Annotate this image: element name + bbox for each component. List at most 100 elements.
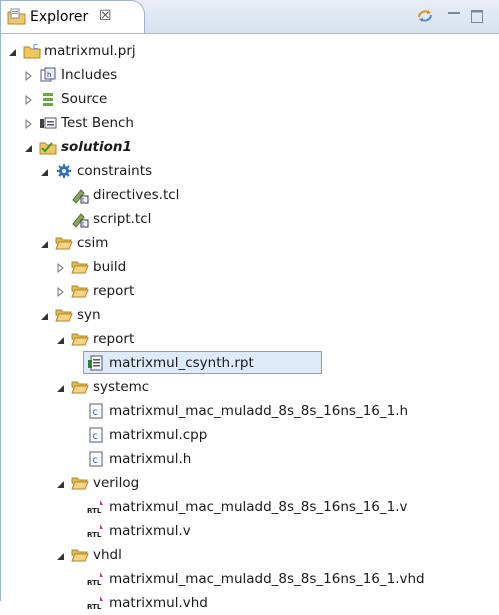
- tree-item-v-mac[interactable]: RTL matrixmul_mac_muladd_8s_8s_16ns_16_1…: [1, 496, 499, 519]
- expanded-twisty-icon[interactable]: [55, 383, 65, 393]
- tree-label: matrixmul.prj: [44, 43, 136, 59]
- svg-text:h: h: [47, 71, 51, 79]
- open-folder-icon: [71, 549, 89, 562]
- expanded-twisty-icon[interactable]: [39, 167, 49, 177]
- tree-item-vhd-mac[interactable]: RTL matrixmul_mac_muladd_8s_8s_16ns_16_1…: [1, 568, 499, 591]
- tree-item-v[interactable]: RTL matrixmul.v: [1, 520, 499, 543]
- svg-text:RTL: RTL: [87, 603, 102, 611]
- tree-label: matrixmul_mac_muladd_8s_8s_16ns_16_1.v: [109, 499, 408, 515]
- svg-text:RTL: RTL: [87, 531, 102, 539]
- tree-label: matrixmul.vhd: [109, 595, 208, 611]
- open-folder-icon: [71, 381, 89, 394]
- tree-label: verilog: [93, 475, 140, 491]
- tree-label: Test Bench: [61, 115, 134, 131]
- c-file-icon: c: [89, 427, 103, 443]
- open-folder-icon: [55, 237, 73, 250]
- expanded-twisty-icon[interactable]: [39, 239, 49, 249]
- tree-label: matrixmul.v: [109, 523, 191, 539]
- expanded-twisty-icon[interactable]: [23, 143, 33, 153]
- report-file-icon: [88, 355, 103, 371]
- tree-label: systemc: [93, 379, 150, 395]
- c-file-icon: c: [89, 451, 103, 467]
- collapsed-twisty-icon[interactable]: [23, 71, 33, 81]
- close-icon[interactable]: ☒: [99, 8, 112, 24]
- tree-item-sc-cpp[interactable]: c matrixmul.cpp: [1, 424, 499, 447]
- tree-label: constraints: [77, 163, 153, 179]
- view-header: Explorer ☒: [1, 0, 499, 34]
- tree-label: csim: [77, 235, 109, 251]
- explorer-view: Explorer ☒ C matrixmul.prj h Includes So…: [0, 0, 499, 611]
- tree-label: Includes: [61, 67, 118, 83]
- tree-label: report: [93, 283, 135, 299]
- constraints-gear-icon: [57, 164, 71, 178]
- tree-label: build: [93, 259, 127, 275]
- tree-item-solution1[interactable]: solution1: [1, 136, 499, 159]
- tcl-file-icon: t: [72, 213, 89, 228]
- tree-label: matrixmul.cpp: [109, 427, 208, 443]
- open-folder-icon: [71, 285, 89, 298]
- tree-label: matrixmul_mac_muladd_8s_8s_16ns_16_1.h: [109, 403, 409, 419]
- tree-label: report: [93, 331, 135, 347]
- expanded-twisty-icon[interactable]: [55, 551, 65, 561]
- explorer-tab[interactable]: Explorer ☒: [1, 0, 145, 33]
- svg-text:RTL: RTL: [87, 579, 102, 587]
- tree-item-vhd[interactable]: RTL matrixmul.vhd: [1, 592, 499, 615]
- svg-text:c: c: [93, 407, 99, 418]
- tree-item-sc-h[interactable]: c matrixmul.h: [1, 448, 499, 471]
- tree-item-project[interactable]: C matrixmul.prj: [1, 40, 499, 63]
- tree-item-includes[interactable]: h Includes: [1, 64, 499, 87]
- expanded-twisty-icon[interactable]: [55, 335, 65, 345]
- tree-label: directives.tcl: [93, 187, 180, 203]
- tree-item-syn-report[interactable]: report: [1, 328, 499, 351]
- project-tree: C matrixmul.prj h Includes Source Test B…: [1, 35, 499, 611]
- svg-text:c: c: [93, 431, 99, 442]
- collapsed-twisty-icon[interactable]: [55, 263, 65, 273]
- tree-item-csynth-rpt[interactable]: matrixmul_csynth.rpt: [1, 352, 499, 375]
- test-bench-icon: [40, 117, 57, 129]
- active-solution-folder-icon: [39, 142, 57, 155]
- tree-item-directives[interactable]: t directives.tcl: [1, 184, 499, 207]
- tree-item-script[interactable]: t script.tcl: [1, 208, 499, 231]
- tree-item-test-bench[interactable]: Test Bench: [1, 112, 499, 135]
- expanded-twisty-icon[interactable]: [39, 311, 49, 321]
- rtl-file-icon: RTL: [87, 500, 103, 515]
- link-with-editor-icon[interactable]: [415, 6, 435, 26]
- rtl-file-icon: RTL: [87, 572, 103, 587]
- tree-item-syn[interactable]: syn: [1, 304, 499, 327]
- rtl-file-icon: RTL: [87, 596, 103, 611]
- tree-item-sc-mac-h[interactable]: c matrixmul_mac_muladd_8s_8s_16ns_16_1.h: [1, 400, 499, 423]
- tree-item-csim-build[interactable]: build: [1, 256, 499, 279]
- svg-text:RTL: RTL: [87, 507, 102, 515]
- svg-text:c: c: [93, 455, 99, 466]
- svg-text:C: C: [33, 43, 38, 51]
- open-folder-icon: [71, 261, 89, 274]
- collapsed-twisty-icon[interactable]: [55, 287, 65, 297]
- tree-item-csim[interactable]: csim: [1, 232, 499, 255]
- explorer-icon: [7, 8, 26, 25]
- tree-label: script.tcl: [93, 211, 152, 227]
- tree-label: solution1: [61, 139, 132, 155]
- open-folder-icon: [71, 477, 89, 490]
- c-file-icon: c: [89, 403, 103, 419]
- expanded-twisty-icon[interactable]: [55, 479, 65, 489]
- source-icon: [43, 93, 53, 106]
- tree-item-vhdl[interactable]: vhdl: [1, 544, 499, 567]
- tree-item-csim-report[interactable]: report: [1, 280, 499, 303]
- explorer-tab-label: Explorer: [30, 9, 89, 25]
- tree-item-source[interactable]: Source: [1, 88, 499, 111]
- collapsed-twisty-icon[interactable]: [23, 95, 33, 105]
- open-folder-icon: [71, 333, 89, 346]
- tree-item-constraints[interactable]: constraints: [1, 160, 499, 183]
- tree-label: matrixmul_mac_muladd_8s_8s_16ns_16_1.vhd: [109, 571, 425, 587]
- tree-label: vhdl: [93, 547, 122, 563]
- tree-item-verilog[interactable]: verilog: [1, 472, 499, 495]
- expanded-twisty-icon[interactable]: [7, 47, 17, 57]
- minimize-icon[interactable]: [444, 6, 464, 26]
- maximize-icon[interactable]: [467, 6, 487, 26]
- tree-label: syn: [77, 307, 101, 323]
- tree-label: matrixmul_csynth.rpt: [109, 355, 254, 371]
- collapsed-twisty-icon[interactable]: [23, 119, 33, 129]
- project-folder-icon: C: [23, 43, 41, 59]
- tree-label: matrixmul.h: [109, 451, 192, 467]
- tree-item-systemc[interactable]: systemc: [1, 376, 499, 399]
